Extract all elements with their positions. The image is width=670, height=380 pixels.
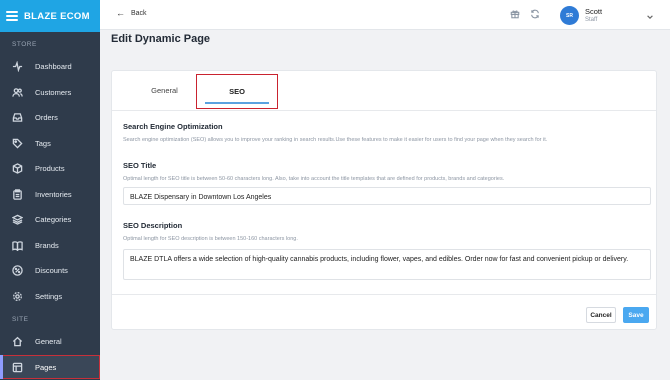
tray-icon bbox=[12, 112, 23, 123]
sidebar-item-label: Settings bbox=[35, 291, 63, 301]
arrow-left-icon: ← bbox=[116, 8, 125, 18]
box-icon bbox=[12, 162, 23, 174]
sidebar-item-settings[interactable]: Settings bbox=[0, 284, 100, 308]
sidebar: BLAZE ECOM STORE Dashboard Customers Ord… bbox=[0, 0, 100, 380]
seo-help-text: Search engine optimization (SEO) allows … bbox=[123, 137, 548, 143]
sidebar-item-label: Dashboard bbox=[35, 61, 72, 71]
sidebar-item-label: Tags bbox=[35, 138, 51, 148]
section-label-store: STORE bbox=[12, 41, 37, 48]
activity-icon bbox=[12, 60, 23, 72]
tab-general[interactable]: General bbox=[142, 71, 187, 109]
seo-description-textarea[interactable]: BLAZE DTLA offers a wide selection of hi… bbox=[123, 249, 651, 280]
seo-heading: Search Engine Optimization bbox=[123, 122, 223, 131]
sidebar-item-inventories[interactable]: Inventories bbox=[0, 182, 100, 206]
sidebar-item-label: Products bbox=[35, 163, 65, 173]
sidebar-item-label: Discounts bbox=[35, 265, 68, 275]
page-title: Edit Dynamic Page bbox=[111, 33, 211, 45]
cancel-button[interactable]: Cancel bbox=[586, 307, 616, 323]
tab-bar: General SEO bbox=[112, 71, 656, 111]
save-button[interactable]: Save bbox=[623, 307, 649, 323]
layout-icon bbox=[12, 362, 23, 373]
topbar-icons bbox=[510, 9, 540, 19]
back-button[interactable]: ← Back bbox=[116, 9, 147, 18]
tag-icon bbox=[12, 138, 23, 149]
brand-bar: BLAZE ECOM bbox=[0, 0, 100, 32]
menu-icon[interactable] bbox=[6, 11, 18, 21]
back-label: Back bbox=[131, 10, 147, 17]
book-icon bbox=[12, 240, 23, 251]
percent-icon bbox=[12, 264, 23, 276]
brand-logo[interactable]: BLAZE ECOM bbox=[24, 11, 90, 22]
gear-icon bbox=[12, 291, 23, 302]
clipboard-icon bbox=[12, 188, 23, 200]
layers-icon bbox=[12, 214, 23, 225]
seo-title-input[interactable]: BLAZE Dispensary in Downtown Los Angeles bbox=[123, 187, 651, 205]
users-icon bbox=[12, 87, 23, 98]
sidebar-item-label: General bbox=[35, 336, 62, 346]
sidebar-item-label: Customers bbox=[35, 87, 72, 97]
sidebar-item-label: Categories bbox=[35, 214, 72, 224]
sidebar-item-label: Brands bbox=[35, 240, 59, 250]
user-role: Staff bbox=[585, 17, 598, 23]
tab-seo[interactable]: SEO bbox=[196, 74, 278, 109]
sidebar-item-label: Pages bbox=[35, 362, 57, 372]
home-icon bbox=[12, 336, 23, 347]
seo-card: General SEO Search Engine Optimization S… bbox=[111, 70, 657, 330]
divider bbox=[112, 294, 656, 295]
seo-title-help: Optimal length for SEO title is between … bbox=[123, 176, 505, 182]
seo-description-help: Optimal length for SEO description is be… bbox=[123, 236, 298, 242]
sidebar-item-dashboard[interactable]: Dashboard bbox=[0, 54, 100, 78]
sidebar-item-general[interactable]: General bbox=[0, 329, 100, 353]
topbar: ← Back SR Scott Staff bbox=[100, 0, 670, 30]
sidebar-item-discounts[interactable]: Discounts bbox=[0, 258, 100, 282]
sidebar-item-brands[interactable]: Brands bbox=[0, 233, 100, 257]
sidebar-item-categories[interactable]: Categories bbox=[0, 207, 100, 231]
avatar[interactable]: SR bbox=[560, 6, 579, 25]
sidebar-item-label: Orders bbox=[35, 112, 58, 122]
seo-description-label: SEO Description bbox=[123, 221, 183, 230]
sidebar-item-tags[interactable]: Tags bbox=[0, 131, 100, 155]
seo-title-label: SEO Title bbox=[123, 161, 157, 170]
sidebar-item-label: Inventories bbox=[35, 189, 72, 199]
refresh-icon[interactable] bbox=[530, 9, 540, 19]
sidebar-item-orders[interactable]: Orders bbox=[0, 105, 100, 129]
sidebar-item-pages[interactable]: Pages bbox=[0, 355, 100, 379]
user-name[interactable]: Scott bbox=[585, 7, 602, 16]
section-label-site: SITE bbox=[12, 316, 29, 323]
gift-icon[interactable] bbox=[510, 9, 520, 19]
sidebar-item-customers[interactable]: Customers bbox=[0, 80, 100, 104]
sidebar-item-products[interactable]: Products bbox=[0, 156, 100, 180]
chevron-down-icon[interactable] bbox=[646, 8, 654, 26]
